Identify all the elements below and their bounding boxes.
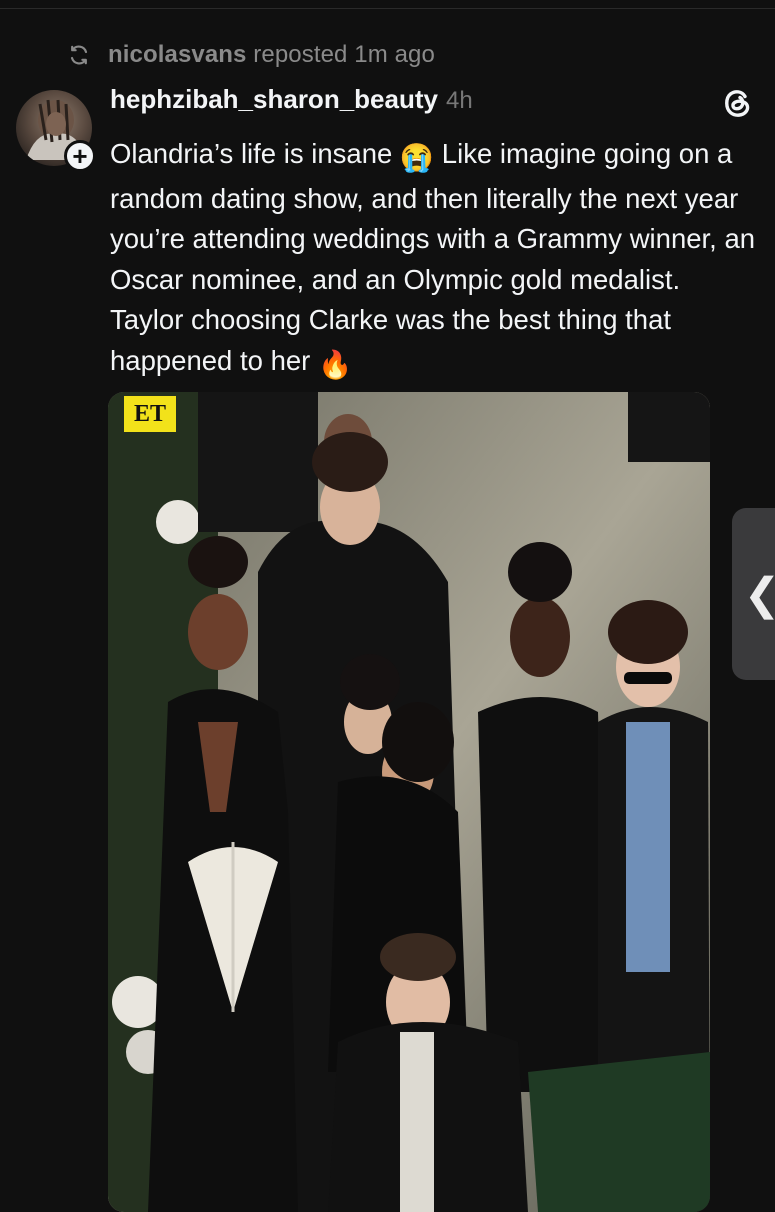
repost-action: reposted — [253, 41, 348, 68]
post-username[interactable]: hephzibah_sharon_beauty — [110, 84, 438, 115]
post-header: hephzibah_sharon_beauty 4h — [110, 84, 473, 122]
et-watermark-logo: ET — [124, 396, 176, 432]
repost-icon — [64, 40, 94, 70]
side-panel-handle[interactable]: ❮ — [732, 508, 775, 680]
threads-logo-icon[interactable] — [718, 84, 756, 122]
fire-emoji-icon: 🔥 — [317, 348, 353, 380]
plus-icon: + — [72, 141, 88, 171]
post-timestamp: 4h — [445, 87, 473, 114]
post-text-part1: Olandria’s life is insane — [110, 138, 393, 169]
repost-time: 1m ago — [354, 41, 435, 68]
repost-header: nicolasvans reposted 1m ago — [64, 38, 435, 72]
repost-label: nicolasvans reposted 1m ago — [108, 41, 435, 69]
post-photo[interactable] — [108, 392, 710, 1212]
repost-username[interactable]: nicolasvans — [108, 41, 247, 68]
follow-plus-button[interactable]: + — [64, 140, 96, 172]
top-divider — [0, 8, 775, 9]
crying-emoji-icon: 😭 — [399, 142, 435, 173]
chevron-left-icon: ❮ — [744, 569, 775, 620]
post-body: Olandria’s life is insane 😭 Like imagine… — [110, 134, 760, 385]
